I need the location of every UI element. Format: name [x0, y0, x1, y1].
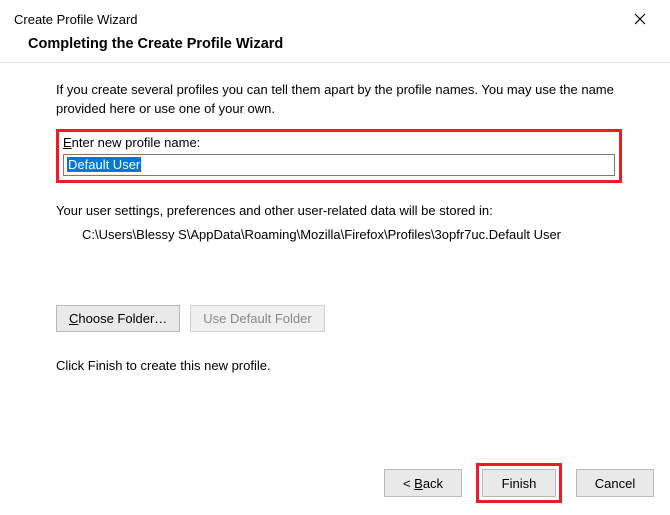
- cancel-button[interactable]: Cancel: [576, 469, 654, 497]
- page-heading: Completing the Create Profile Wizard: [0, 32, 670, 62]
- profile-name-label: Enter new profile name:: [63, 135, 615, 150]
- profile-name-highlight: Enter new profile name: Default User: [56, 129, 622, 183]
- back-button[interactable]: < Back: [384, 469, 462, 497]
- close-icon: [634, 13, 646, 25]
- finish-button[interactable]: Finish: [482, 469, 556, 497]
- folder-button-row: Choose Folder… Use Default Folder: [56, 305, 622, 332]
- close-button[interactable]: [620, 5, 660, 33]
- storage-label: Your user settings, preferences and othe…: [56, 203, 622, 218]
- storage-path: C:\Users\Blessy S\AppData\Roaming\Mozill…: [56, 226, 622, 245]
- intro-text: If you create several profiles you can t…: [56, 81, 622, 119]
- wizard-footer: < Back Finish Cancel: [384, 463, 654, 503]
- finish-instruction: Click Finish to create this new profile.: [56, 358, 622, 373]
- finish-highlight: Finish: [476, 463, 562, 503]
- titlebar: Create Profile Wizard: [0, 0, 670, 32]
- profile-name-input[interactable]: Default User: [63, 154, 615, 176]
- content-area: If you create several profiles you can t…: [0, 63, 670, 373]
- window-title: Create Profile Wizard: [14, 12, 138, 27]
- choose-folder-button[interactable]: Choose Folder…: [56, 305, 180, 332]
- profile-name-value: Default User: [67, 157, 141, 172]
- use-default-folder-button: Use Default Folder: [190, 305, 324, 332]
